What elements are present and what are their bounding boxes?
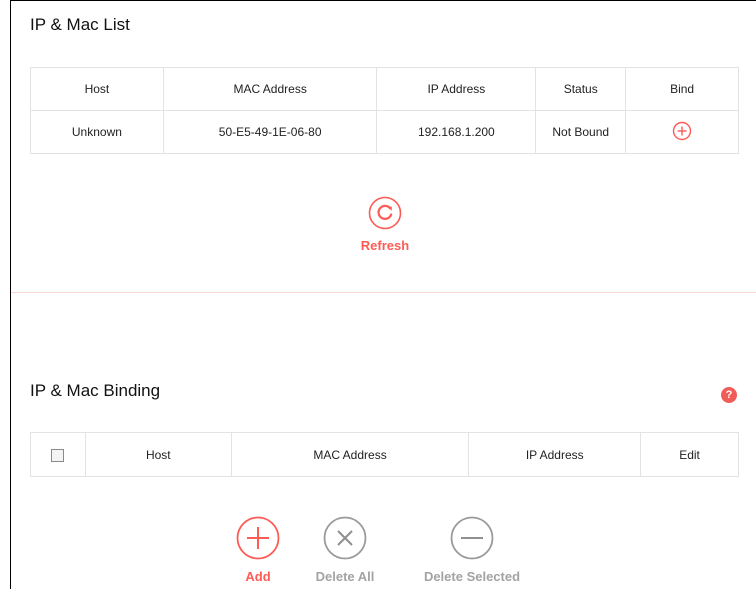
help-icon[interactable]: ? bbox=[721, 387, 737, 403]
delete-all-icon[interactable] bbox=[323, 516, 367, 560]
cell-mac: 50-E5-49-1E-06-80 bbox=[162, 110, 378, 154]
column-header-ip: IP Address bbox=[376, 67, 537, 111]
column-header-ip: IP Address bbox=[468, 432, 642, 477]
column-header-edit: Edit bbox=[640, 432, 739, 477]
refresh-icon[interactable] bbox=[368, 196, 402, 230]
refresh-button[interactable]: Refresh bbox=[350, 196, 420, 253]
delete-selected-label: Delete Selected bbox=[423, 569, 521, 584]
column-header-status: Status bbox=[535, 67, 627, 111]
bind-add-icon[interactable] bbox=[672, 121, 692, 141]
cell-host: Unknown bbox=[30, 110, 164, 154]
select-all-checkbox[interactable] bbox=[51, 448, 65, 462]
cell-bind bbox=[625, 110, 739, 154]
add-button[interactable]: Add bbox=[228, 516, 288, 584]
column-header-bind: Bind bbox=[625, 67, 739, 111]
column-header-mac: MAC Address bbox=[162, 67, 378, 111]
ip-mac-binding-table: Host MAC Address IP Address Edit bbox=[30, 432, 739, 477]
section-divider bbox=[11, 292, 756, 293]
table-row: Unknown 50-E5-49-1E-06-80 192.168.1.200 … bbox=[30, 110, 739, 154]
delete-all-label: Delete All bbox=[315, 569, 375, 584]
add-icon[interactable] bbox=[236, 516, 280, 560]
delete-selected-button[interactable]: Delete Selected bbox=[406, 516, 538, 584]
delete-all-button[interactable]: Delete All bbox=[305, 516, 385, 584]
cell-ip: 192.168.1.200 bbox=[376, 110, 537, 154]
delete-selected-icon[interactable] bbox=[450, 516, 494, 560]
add-label: Add bbox=[245, 569, 271, 584]
column-header-host: Host bbox=[84, 432, 232, 477]
ip-mac-list-table: Host MAC Address IP Address Status Bind … bbox=[30, 67, 739, 154]
frame-top-border bbox=[10, 0, 756, 1]
column-header-host: Host bbox=[30, 67, 164, 111]
refresh-label: Refresh bbox=[360, 238, 410, 253]
cell-status: Not Bound bbox=[535, 110, 627, 154]
select-all-cell bbox=[30, 432, 86, 477]
column-header-mac: MAC Address bbox=[230, 432, 470, 477]
table-header-row: Host MAC Address IP Address Status Bind bbox=[30, 67, 739, 111]
table-header-row: Host MAC Address IP Address Edit bbox=[30, 432, 739, 477]
ip-mac-list-title: IP & Mac List bbox=[30, 15, 130, 34]
ip-mac-binding-title: IP & Mac Binding bbox=[30, 381, 161, 400]
frame-left-border bbox=[10, 0, 11, 589]
